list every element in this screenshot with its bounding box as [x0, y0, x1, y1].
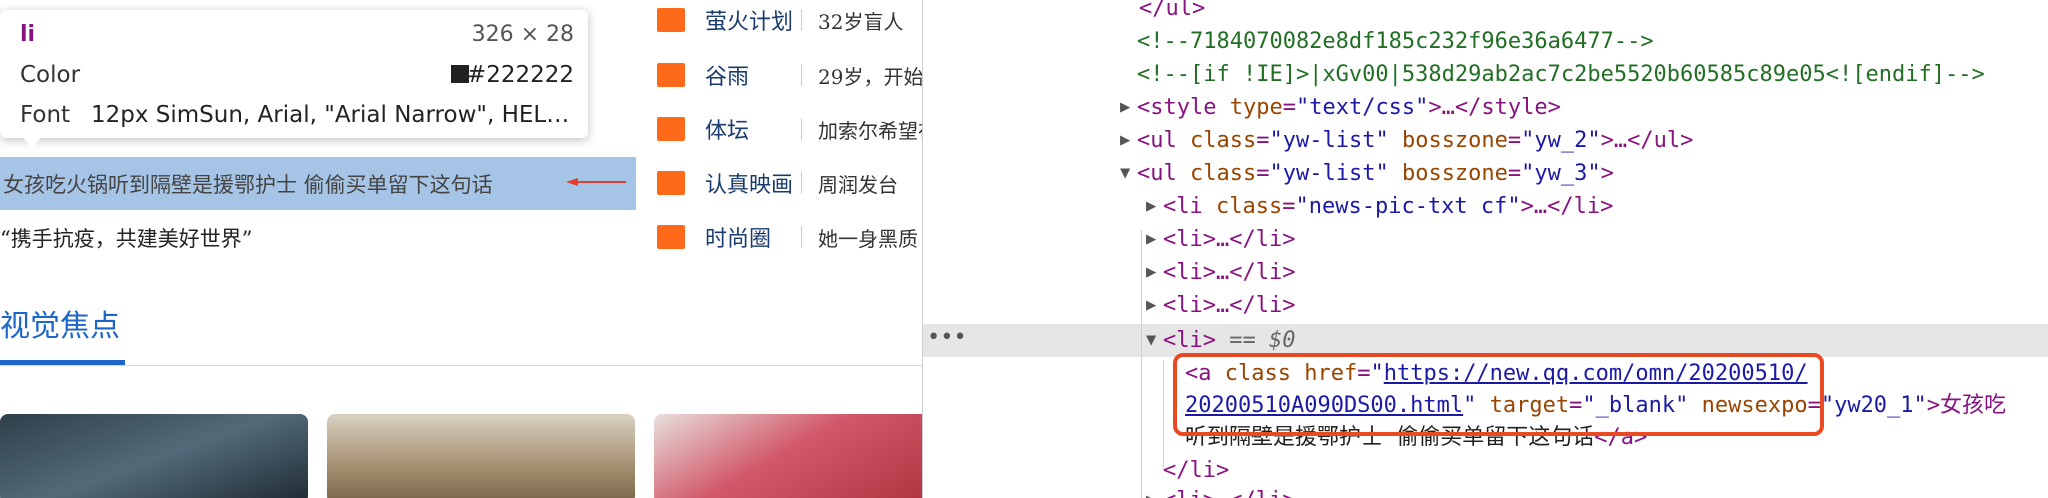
highlighted-headline-link[interactable]: 女孩吃火锅听到隔壁是援鄂护士 偷偷买单留下这句话 [3, 169, 493, 199]
expand-triangle-icon[interactable]: ▶ [1146, 190, 1156, 223]
dom-node-line[interactable]: ▶ <ul class="yw-list" bosszone="yw_2">…</… [1120, 124, 1693, 157]
expand-triangle-icon[interactable]: ▶ [1146, 256, 1156, 289]
dom-node-line[interactable]: ▶ <style type="text/css">…</style> [1120, 91, 1561, 124]
category-row[interactable]: 体坛 加索尔希望在 [657, 109, 923, 149]
category-headline[interactable]: 加索尔希望在 [818, 115, 923, 144]
separator [801, 172, 802, 194]
category-label[interactable]: 认真映画 [705, 167, 801, 199]
tooltip-color-value: #222222 [466, 62, 574, 88]
dom-node-line[interactable]: ▶<li>…</li> [1146, 289, 1295, 322]
tooltip-tag: li [20, 22, 36, 47]
divider [0, 365, 923, 366]
category-icon [657, 171, 685, 195]
category-label[interactable]: 谷雨 [705, 59, 801, 91]
category-row[interactable]: 谷雨 29岁，开始现 [657, 55, 923, 95]
dom-node-line[interactable]: ▼ <ul class="yw-list" bosszone="yw_3"> [1120, 157, 1614, 190]
tooltip-font-label: Font [20, 102, 71, 128]
tooltip-color-label: Color [20, 62, 81, 88]
category-headline[interactable]: 周润发台 [818, 169, 898, 198]
category-headline[interactable]: 她一身黑质 [818, 223, 918, 252]
more-options-icon[interactable]: ••• [927, 325, 967, 350]
category-icon [657, 225, 685, 249]
photo-thumbnail[interactable] [654, 414, 923, 498]
separator [801, 226, 802, 248]
dom-node-line[interactable]: </li> [1163, 454, 1229, 487]
console-reference-marker: == $0 [1229, 328, 1296, 353]
expand-triangle-icon[interactable]: ▶ [1120, 91, 1130, 124]
dom-node-line[interactable]: ▶ <li class="news-pic-txt cf">…</li> [1146, 190, 1613, 223]
dom-comment-line[interactable]: <!--[if !IE]>|xGv00|538d29ab2ac7c2be5520… [1137, 58, 1985, 91]
category-icon [657, 63, 685, 87]
webpage-panel: 女孩吃火锅听到隔壁是援鄂护士 偷偷买单留下这句话 “携手抗疫，共建美好世界” 萤… [0, 0, 923, 498]
photo-thumbnail[interactable] [0, 414, 308, 498]
expand-triangle-icon[interactable]: ▶ [1120, 124, 1130, 157]
category-row[interactable]: 萤火计划 32岁盲人 [657, 0, 903, 40]
dom-node-line[interactable]: ▶<li>…</li> [1146, 484, 1295, 498]
headline-link[interactable]: “携手抗疫，共建美好世界” [0, 223, 252, 253]
separator [801, 9, 802, 31]
separator [801, 118, 802, 140]
dom-comment-line[interactable]: <!--7184070082e8df185c232f96e36a6477--> [1137, 25, 1654, 58]
dom-node-line[interactable]: ▶<li>…</li> [1146, 256, 1295, 289]
expand-triangle-icon[interactable]: ▶ [1146, 289, 1156, 322]
category-label[interactable]: 时尚圈 [705, 221, 801, 253]
separator [801, 64, 802, 86]
red-highlight-box [1173, 353, 1824, 436]
devtools-elements-panel: ••• </ul> <!--7184070082e8df185c232f96e3… [923, 0, 2048, 498]
red-arrow-icon [566, 178, 626, 186]
expand-triangle-icon[interactable]: ▶ [1146, 484, 1156, 498]
dom-node-line[interactable]: </ul> [1139, 0, 1205, 25]
indent-guide [1141, 230, 1142, 498]
dom-node-line[interactable]: ▶<li>…</li> [1146, 223, 1295, 256]
photo-thumbnail[interactable] [327, 414, 635, 498]
tooltip-pointer [20, 135, 44, 147]
category-icon [657, 8, 685, 32]
section-title[interactable]: 视觉焦点 [0, 301, 120, 345]
collapse-triangle-icon[interactable]: ▼ [1120, 157, 1130, 190]
category-label[interactable]: 萤火计划 [705, 4, 801, 36]
category-icon [657, 117, 685, 141]
expand-triangle-icon[interactable]: ▶ [1146, 223, 1156, 256]
category-headline[interactable]: 29岁，开始现 [818, 61, 923, 90]
category-label[interactable]: 体坛 [705, 113, 801, 145]
inspect-tooltip: li 326 × 28 Color #222222 Font 12px SimS… [0, 10, 588, 138]
category-row[interactable]: 认真映画 周润发台 [657, 163, 898, 203]
tooltip-font-value: 12px SimSun, Arial, "Arial Narrow", HEL… [91, 102, 570, 128]
tooltip-size: 326 × 28 [471, 22, 574, 47]
collapse-triangle-icon[interactable]: ▼ [1146, 324, 1156, 357]
category-headline[interactable]: 32岁盲人 [818, 6, 903, 35]
category-row[interactable]: 时尚圈 她一身黑质 [657, 217, 918, 257]
